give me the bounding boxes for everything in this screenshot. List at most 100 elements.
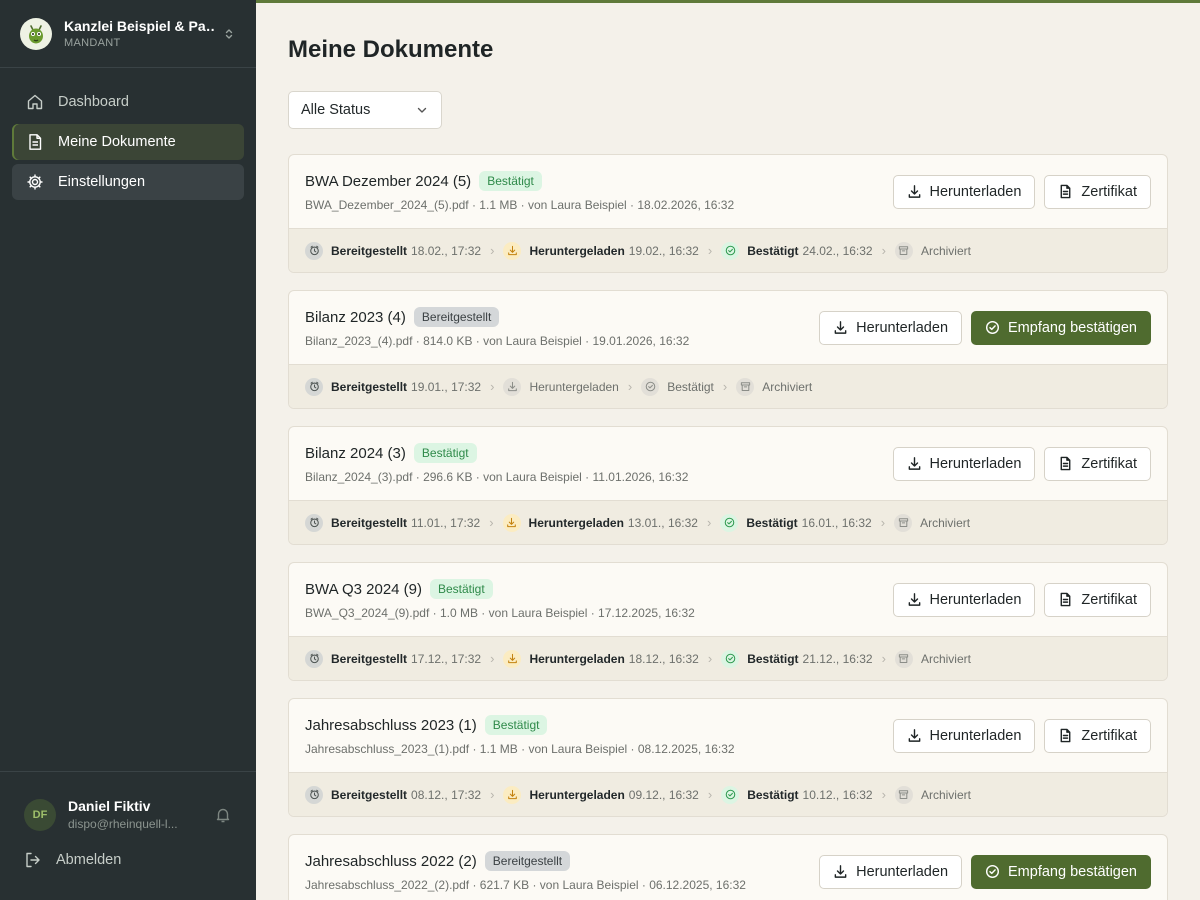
sidebar: Kanzlei Beispiel & Par... MANDANT Dashbo… xyxy=(0,0,256,900)
download-label: Herunterladen xyxy=(929,727,1022,744)
confirm-receipt-button[interactable]: Empfang bestätigen xyxy=(971,854,1151,889)
download-icon xyxy=(508,653,517,664)
mantis-logo-icon xyxy=(20,17,52,50)
certificate-button-label: Zertifikat xyxy=(1081,591,1137,608)
status-badge: Bestätigt xyxy=(484,715,548,735)
chevron-right-icon: › xyxy=(627,379,633,394)
timeline-step-label: Archiviert xyxy=(920,243,971,258)
alarm-clock-icon xyxy=(309,517,319,528)
chevron-right-icon: › xyxy=(490,379,495,394)
timeline-step-label: Bestätigt xyxy=(747,651,799,666)
org-name: Kanzlei Beispiel & Par... xyxy=(64,18,216,34)
document-header: Bilanz 2023 (4) Bereitgestellt Bilanz_20… xyxy=(289,291,1167,364)
sidebar-footer: DF Daniel Fiktiv dispo@rheinquell-l... A… xyxy=(0,771,256,900)
timeline-step-date: 24.02., 16:32 xyxy=(802,243,873,258)
timeline-step-label: Bestätigt xyxy=(747,243,799,258)
timeline-step-date: 13.01., 16:32 xyxy=(627,515,698,530)
timeline-step-label: Archiviert xyxy=(920,787,971,802)
status-badge: Bereitgestellt xyxy=(484,851,571,871)
document-card: BWA Q3 2024 (9) Bestätigt BWA_Q3_2024_(9… xyxy=(288,562,1168,681)
document-title: BWA Dezember 2024 (5) xyxy=(305,172,472,190)
timeline-step: Bestätigt 16.01., 16:32 xyxy=(720,513,872,532)
download-icon xyxy=(508,789,517,800)
alarm-clock-icon xyxy=(309,381,319,392)
document-title: Jahresabschluss 2023 (1) xyxy=(305,716,477,734)
timeline-step-date: 19.01., 17:32 xyxy=(411,379,482,394)
chevron-right-icon: › xyxy=(489,515,494,530)
download-button[interactable]: Herunterladen xyxy=(819,310,963,345)
timeline-step-label: Bereitgestellt xyxy=(331,515,408,530)
certificate-icon xyxy=(1060,728,1071,743)
sidebar-item-label: Meine Dokumente xyxy=(58,134,176,150)
certificate-button[interactable]: Zertifikat xyxy=(1044,446,1151,481)
sidebar-item-label: Dashboard xyxy=(58,94,129,110)
timeline-step-date: 08.12., 17:32 xyxy=(411,787,482,802)
chevron-right-icon: › xyxy=(707,243,713,258)
timeline-step: Archiviert xyxy=(894,513,970,532)
timeline-step: Bereitgestellt 11.01., 17:32 xyxy=(305,513,480,532)
timeline-step-date: 16.01., 16:32 xyxy=(801,515,872,530)
download-label: Herunterladen xyxy=(929,591,1022,608)
chevron-right-icon: › xyxy=(490,243,495,258)
certificate-button[interactable]: Zertifikat xyxy=(1044,582,1151,617)
chevron-right-icon: › xyxy=(722,379,728,394)
document-list: BWA Dezember 2024 (5) Bestätigt BWA_Deze… xyxy=(288,154,1168,900)
logout-icon xyxy=(26,852,40,868)
timeline-step-date: 17.12., 17:32 xyxy=(411,651,482,666)
certificate-button[interactable]: Zertifikat xyxy=(1044,174,1151,209)
sidebar-item-einstellungen[interactable]: Einstellungen xyxy=(12,164,244,200)
org-switcher[interactable]: Kanzlei Beispiel & Par... MANDANT xyxy=(0,0,256,68)
download-icon xyxy=(508,381,517,392)
timeline-step: Bereitgestellt 18.02., 17:32 xyxy=(305,241,481,260)
status-badge: Bestätigt xyxy=(430,579,493,599)
user-email: dispo@rheinquell-l... xyxy=(68,817,178,831)
timeline-step-label: Heruntergeladen xyxy=(529,787,625,802)
document-icon xyxy=(29,134,42,150)
download-button[interactable]: Herunterladen xyxy=(819,854,963,889)
sidebar-item-dashboard[interactable]: Dashboard xyxy=(12,84,244,120)
check-circle-icon xyxy=(986,864,1000,879)
certificate-icon xyxy=(1060,184,1071,199)
sidebar-item-meine-dokumente[interactable]: Meine Dokumente xyxy=(12,124,244,160)
timeline-step-label: Archiviert xyxy=(920,651,971,666)
timeline-step: Heruntergeladen 18.12., 16:32 xyxy=(503,649,699,668)
download-button[interactable]: Herunterladen xyxy=(892,446,1036,481)
sidebar-nav: Dashboard Meine Dokumente Einstellungen xyxy=(0,68,256,220)
download-button[interactable]: Herunterladen xyxy=(892,718,1036,753)
timeline-step-label: Heruntergeladen xyxy=(529,243,625,258)
timeline-step-date: 18.12., 16:32 xyxy=(628,651,699,666)
check-circle-icon xyxy=(725,653,735,664)
status-filter-select[interactable]: Alle Status xyxy=(288,91,442,129)
document-header: BWA Dezember 2024 (5) Bestätigt BWA_Deze… xyxy=(289,155,1167,228)
certificate-button[interactable]: Zertifikat xyxy=(1044,718,1151,753)
timeline-step-label: Bestätigt xyxy=(667,379,714,394)
timeline-step-label: Bestätigt xyxy=(747,787,799,802)
status-timeline: Bereitgestellt 19.01., 17:32 › Heruntergel… xyxy=(289,364,1167,408)
home-icon xyxy=(27,94,43,110)
document-header: BWA Q3 2024 (9) Bestätigt BWA_Q3_2024_(9… xyxy=(289,563,1167,636)
document-card: Bilanz 2024 (3) Bestätigt Bilanz_2024_(3… xyxy=(288,426,1168,545)
status-badge: Bestätigt xyxy=(413,443,477,463)
status-badge: Bestätigt xyxy=(479,171,542,191)
timeline-step-label: Heruntergeladen xyxy=(528,515,624,530)
timeline-step: Heruntergeladen xyxy=(503,377,619,396)
sidebar-item-label: Einstellungen xyxy=(58,174,146,190)
chevron-right-icon: › xyxy=(490,651,495,666)
confirm-receipt-button[interactable]: Empfang bestätigen xyxy=(971,310,1151,345)
timeline-step: Archiviert xyxy=(894,785,971,804)
certificate-button-label: Zertifikat xyxy=(1081,455,1137,472)
logout-button[interactable]: Abmelden xyxy=(0,851,256,869)
download-label: Herunterladen xyxy=(856,863,949,880)
user-name: Daniel Fiktiv xyxy=(68,798,151,814)
alarm-clock-icon xyxy=(309,789,319,800)
status-filter-value: Alle Status xyxy=(301,102,371,118)
chevron-right-icon: › xyxy=(706,515,712,530)
timeline-step: Bestätigt 21.12., 16:32 xyxy=(721,649,873,668)
bell-icon[interactable] xyxy=(214,806,232,824)
download-button[interactable]: Herunterladen xyxy=(892,174,1036,209)
confirm-receipt-button-label: Empfang bestätigen xyxy=(1008,863,1137,880)
download-icon xyxy=(908,729,920,742)
download-icon xyxy=(908,593,920,606)
document-meta: Bilanz_2024_(3).pdf · 296.6 KB · von Lau… xyxy=(305,470,689,484)
download-button[interactable]: Herunterladen xyxy=(892,582,1036,617)
